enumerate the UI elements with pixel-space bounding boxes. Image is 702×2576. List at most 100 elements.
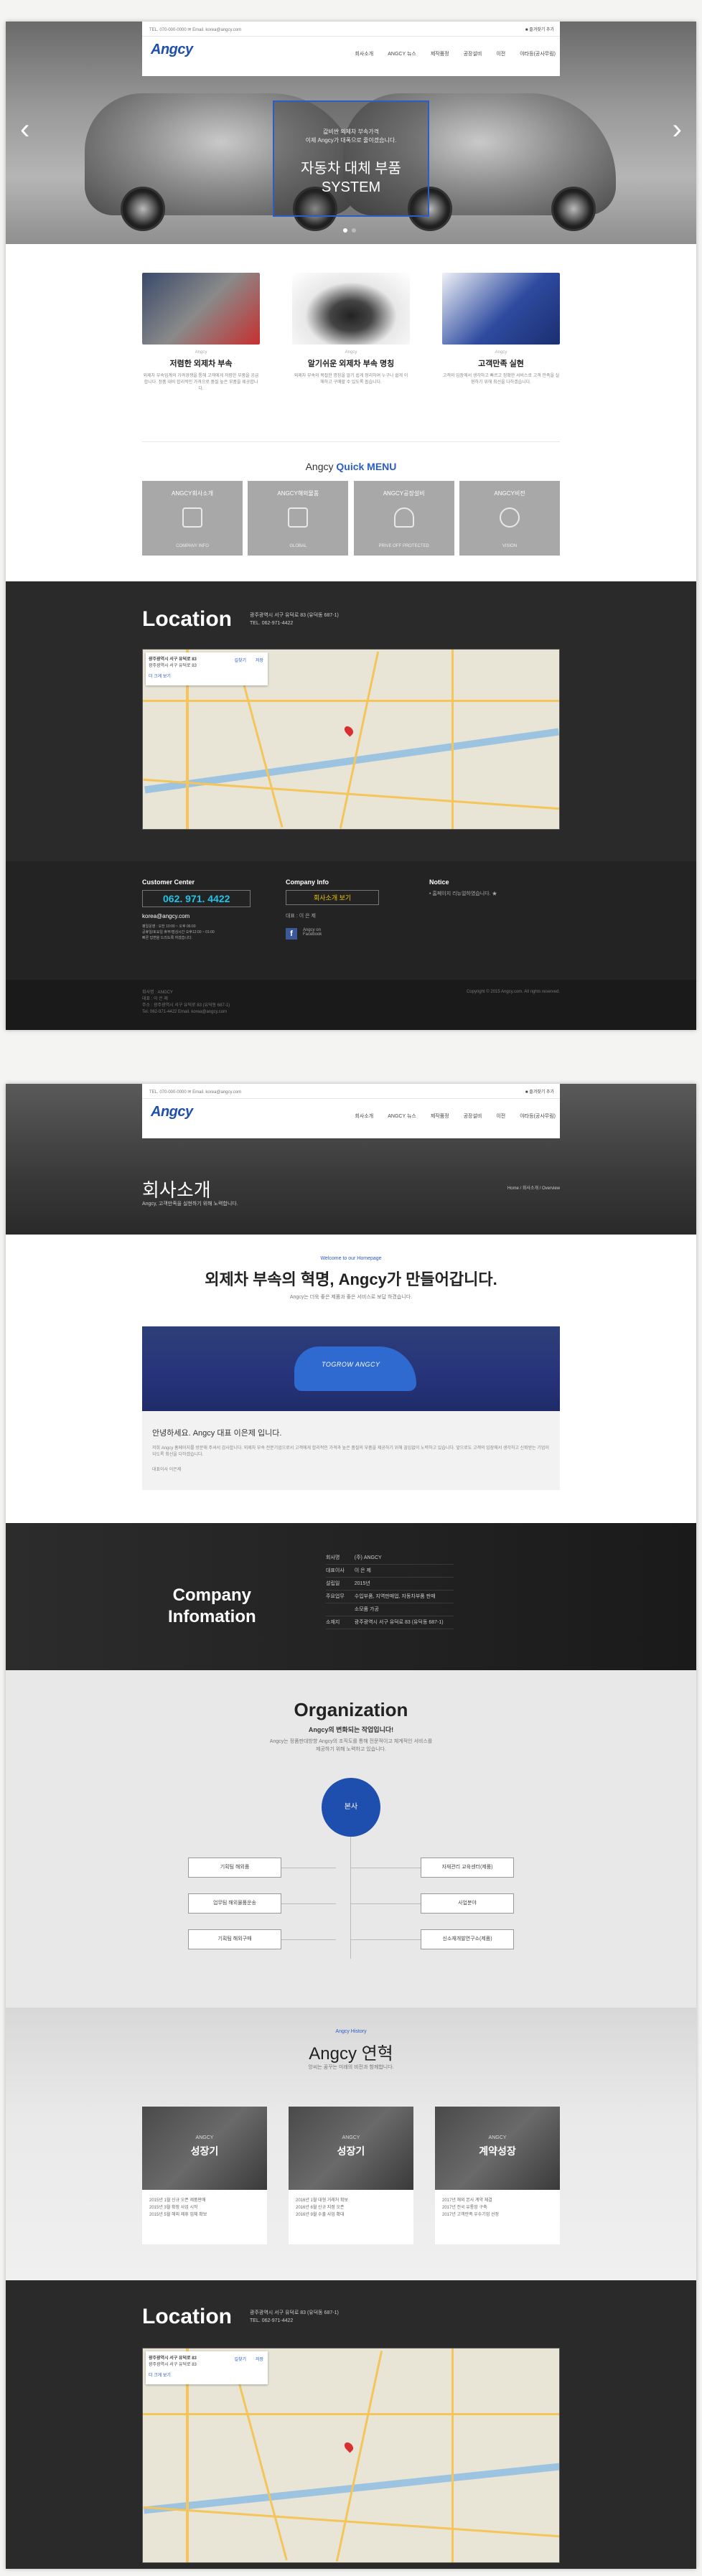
nav-item[interactable]: 제작품정 xyxy=(431,50,449,57)
nav-item[interactable]: ANGCY 뉴스 xyxy=(388,50,416,57)
nav-item[interactable]: 회사소개 xyxy=(355,50,373,57)
intro-banner: TOGROW ANGCY xyxy=(142,1326,560,1411)
history-image: ANGCY 계약성장 xyxy=(435,2107,560,2190)
feature-card[interactable]: Angcy 저렴한 외제차 부속 외제차 부속업계의 가격경쟁을 통해 고객에게… xyxy=(142,273,260,393)
history-card[interactable]: ANGCY 성장기 2015년 1월 신규 오픈 제품판매 2015년 3월 확… xyxy=(142,2107,267,2244)
location-address: 광주광역시 서구 유덕로 83 (유덕동 687-1) TEL. 062-971… xyxy=(250,613,339,626)
main-page: 값비싼 외제차 부속가격 이제 Angcy가 대폭으로 줄이겠습니다. 자동차 … xyxy=(6,22,696,1030)
ceo-greeting: 안녕하세요. Angcy 대표 이은제 입니다. 저희 Angcy 홈페이지를 … xyxy=(142,1411,560,1490)
globe-icon xyxy=(499,507,520,528)
company-info-table: 회사명 (주) ANGCY 대표이사 이 은 제 설립일 2015년 주요업무 수입부품… xyxy=(326,1552,454,1629)
map-larger-link[interactable]: 더 크게 보기 xyxy=(149,673,265,679)
nav-item[interactable]: 제작품정 xyxy=(431,1113,449,1120)
slider-dot[interactable] xyxy=(352,228,356,233)
map-info-card: 광주광역시 서구 유덕로 83 광주광역시 서구 유덕로 83 더 크게 보기 … xyxy=(146,652,268,685)
company-info: Company Info 회사소개 보기 대표 : 이 은 제 f Angcy … xyxy=(286,879,380,940)
site-header: TEL. 070-000-0000 ✉ Email. korea@angcy.c… xyxy=(142,1084,560,1138)
map-directions-link[interactable]: 길찾기 xyxy=(234,2356,246,2362)
feature-card[interactable]: Angcy 알기쉬운 외제차 부속 명칭 외제차 부속의 복잡한 명칭을 알기 … xyxy=(292,273,410,393)
nav-item[interactable]: 공장설비 xyxy=(464,50,482,57)
customer-center: Customer Center 062. 971. 4422 korea@ang… xyxy=(142,879,251,941)
footer: Customer Center 062. 971. 4422 korea@ang… xyxy=(6,861,696,980)
wheel-image xyxy=(121,187,165,231)
footer-email[interactable]: korea@angcy.com xyxy=(142,913,251,919)
history-section: Angcy History Angcy 연혁 앙씨는 꿈꾸는 미래의 비전과 함… xyxy=(6,2008,696,2280)
quick-menu-item[interactable]: ANGCY공장설비 PRIVE OFF PROTECTED xyxy=(353,481,454,556)
feature-kicker: Angcy xyxy=(195,350,207,355)
mechanic-photo xyxy=(142,273,260,345)
nav-item[interactable]: 이전 xyxy=(496,1113,505,1120)
location-address: 광주광역시 서구 유덕로 83 (유덕동 687-1) TEL. 062-971… xyxy=(250,2310,339,2323)
about-page: 회사소개 Angcy, 고객만족을 실현하기 위해 노력합니다. Home / … xyxy=(6,1084,696,2569)
org-dept-box: 자재관리 교육센터(제품) xyxy=(421,1858,514,1878)
organization-section: Organization Angcy의 변화되는 작업입니다! Angcy는 정… xyxy=(6,1670,696,2008)
site-header: TEL. 070-000-0000 ✉ Email. korea@angcy.c… xyxy=(142,22,560,76)
breadcrumb[interactable]: Home / 회사소개 / Overview xyxy=(507,1184,560,1191)
quick-menu-item[interactable]: ANGCY회사소개 COMPANY INFO xyxy=(142,481,243,556)
org-dept-box: 신소재개발연구소(제품) xyxy=(421,1929,514,1949)
nav-item[interactable]: 회사소개 xyxy=(355,1113,373,1120)
nav-item[interactable]: 야타등(공사무림) xyxy=(520,1113,556,1120)
hero-line-2: 이제 Angcy가 대폭으로 줄이겠습니다. xyxy=(305,137,397,144)
history-title: Angcy 연혁 xyxy=(309,2044,393,2064)
company-info-title: Company Infomation xyxy=(168,1586,256,1626)
car-icon xyxy=(393,507,414,528)
site-logo[interactable]: Angcy xyxy=(151,42,193,58)
nav-item[interactable]: 야타등(공사무림) xyxy=(520,50,556,57)
map-pin-icon[interactable] xyxy=(342,2440,355,2453)
hero-line-1: 값비싼 외제차 부속가격 xyxy=(322,128,380,135)
bookmark-button[interactable]: ■ 즐겨찾기 추가 xyxy=(525,26,554,32)
quick-menu-item[interactable]: ANGCY해외물품 GLOBAL xyxy=(248,481,349,556)
site-logo[interactable]: Angcy xyxy=(151,1104,193,1120)
staff-photo xyxy=(442,273,560,345)
location-title: Location xyxy=(142,607,232,631)
location-section: Location 광주광역시 서구 유덕로 83 (유덕동 687-1) TEL… xyxy=(6,2280,696,2569)
slider-dot[interactable] xyxy=(343,228,347,233)
organization-title: Organization xyxy=(294,1699,408,1720)
history-card[interactable]: ANGCY 계약성장 2017년 해외 본사 계약 체결 2017년 전국 유통… xyxy=(435,2107,560,2244)
phone-number[interactable]: 062. 971. 4422 xyxy=(142,890,251,907)
nav-item[interactable]: ANGCY 뉴스 xyxy=(388,1113,416,1120)
quick-menu-item[interactable]: ANGCY비전 VISION xyxy=(459,481,560,556)
feature-list: Angcy 저렴한 외제차 부속 외제차 부속업계의 가격경쟁을 통해 고객에게… xyxy=(142,273,560,393)
hero-title-1: 자동차 대체 부품 xyxy=(301,161,401,177)
nav-item[interactable]: 공장설비 xyxy=(464,1113,482,1120)
feature-title: 고객만족 실현 xyxy=(478,360,524,368)
feature-desc: 외제차 부속의 복잡한 명칭을 알기 쉽게 정리하여 누구나 쉽게 이해하고 구… xyxy=(294,374,408,385)
location-map[interactable]: 광주광역시 서구 유덕로 83 광주광역시 서구 유덕로 83 더 크게 보기 … xyxy=(142,649,560,830)
location-map[interactable]: 광주광역시 서구 유덕로 83 광주광역시 서구 유덕로 83 더 크게 보기 … xyxy=(142,2348,560,2563)
map-directions-link[interactable]: 길찾기 xyxy=(234,657,246,663)
feature-title: 알기쉬운 외제차 부속 명칭 xyxy=(307,360,395,368)
feature-card[interactable]: Angcy 고객만족 실현 고객의 입장에서 생각하고 빠르고 정확한 서비스로… xyxy=(442,273,560,393)
header-contact: TEL. 070-000-0000 ✉ Email. korea@angcy.c… xyxy=(149,28,242,32)
toy-car-image xyxy=(294,1346,416,1391)
hero-caption: 값비싼 외제차 부속가격 이제 Angcy가 대폭으로 줄이겠습니다. 자동차 … xyxy=(273,100,429,217)
company-info-button[interactable]: 회사소개 보기 xyxy=(286,890,380,905)
intro-headline: 외제차 부속의 혁명, Angcy가 만들어갑니다. xyxy=(205,1270,497,1288)
quick-menu-title: Angcy Quick MENU xyxy=(305,461,397,472)
prev-arrow-icon[interactable]: ‹ xyxy=(20,115,29,144)
org-dept-box: 기획팀 해외구매 xyxy=(188,1929,281,1949)
copyright: Copyright © 2015 Angcy.com. All rights r… xyxy=(466,990,560,994)
org-ceo-node: 본사 xyxy=(322,1778,380,1837)
map-save-link[interactable]: 저장 xyxy=(256,657,263,663)
notice: Notice • 홈페이지 리뉴얼하였습니다. ★ xyxy=(429,879,497,897)
wheel-image xyxy=(551,187,596,231)
banner-text: TOGROW ANGCY xyxy=(322,1361,380,1368)
facebook-icon[interactable]: f xyxy=(286,928,297,940)
notice-item[interactable]: • 홈페이지 리뉴얼하였습니다. ★ xyxy=(429,890,497,897)
history-card[interactable]: ANGCY 성장기 2016년 1월 대형 거래처 확보 2016년 6월 신규… xyxy=(289,2107,413,2244)
feature-desc: 외제차 부속업계의 가격경쟁을 통해 고객에게 저렴한 부품을 공급합니다. 정… xyxy=(143,374,259,391)
map-pin-icon[interactable] xyxy=(342,724,355,737)
map-save-link[interactable]: 저장 xyxy=(256,2356,263,2362)
map-larger-link[interactable]: 더 크게 보기 xyxy=(149,2371,265,2378)
history-image: ANGCY 성장기 xyxy=(289,2107,413,2190)
bookmark-button[interactable]: ■ 즐겨찾기 추가 xyxy=(525,1088,554,1095)
sub-subtitle: Angcy, 고객만족을 실현하기 위해 노력합니다. xyxy=(142,1202,238,1207)
building-icon xyxy=(182,507,202,528)
intro-subtext: Angcy는 더욱 좋은 제품과 좋은 서비스로 보답 하겠습니다. xyxy=(289,1295,413,1300)
next-arrow-icon[interactable]: › xyxy=(673,115,682,144)
map-icon xyxy=(288,507,309,528)
location-section: Location 광주광역시 서구 유덕로 83 (유덕동 687-1) TEL… xyxy=(6,581,696,861)
nav-item[interactable]: 이전 xyxy=(496,50,505,57)
